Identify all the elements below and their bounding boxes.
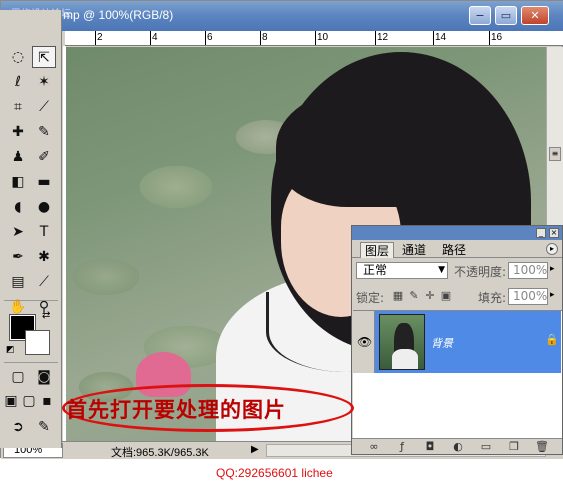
status-menu-arrow-icon[interactable]: ▶	[251, 444, 259, 455]
bangs-shape	[276, 87, 456, 207]
screen-mode-menu-icon[interactable]: ▢	[20, 390, 38, 412]
ruler-tick: 2	[97, 32, 103, 43]
notes-icon[interactable]: ▤	[6, 271, 30, 293]
standard-mode-icon[interactable]: ▢	[6, 366, 30, 388]
ruler-tick: 8	[262, 32, 268, 43]
slice-icon[interactable]: ⟋	[32, 96, 56, 118]
lasso-icon[interactable]: ℓ	[6, 71, 30, 93]
blend-mode-select[interactable]: 正常 ▼	[356, 262, 448, 279]
dodge-icon[interactable]: ●	[32, 196, 56, 218]
trash-icon[interactable]: 🗑	[534, 440, 550, 454]
layer-thumbnail	[379, 314, 425, 370]
document-info: 文档:965.3K/965.3K	[111, 447, 209, 459]
marquee-icon[interactable]: ◌	[6, 46, 30, 68]
blur-icon[interactable]: ◖	[6, 196, 30, 218]
layer-list: 👁 背景 🔒	[353, 310, 562, 438]
blend-mode-value: 正常	[363, 263, 388, 277]
default-colors-icon[interactable]: ◩	[6, 345, 15, 355]
tab-channels[interactable]: 通道	[398, 242, 430, 258]
opacity-arrow-icon[interactable]: ▸	[550, 262, 560, 279]
pen-icon[interactable]: ✒	[6, 246, 30, 268]
panel-titlebar[interactable]: _ ×	[352, 226, 562, 240]
layer-row[interactable]: 背景 🔒	[375, 311, 561, 373]
jump-to-imageready-icon[interactable]: ➲	[6, 416, 30, 438]
folder-icon[interactable]: ▭	[478, 440, 494, 454]
type-icon[interactable]: T	[32, 221, 56, 243]
lock-icon: 🔒	[545, 333, 559, 346]
link-icon[interactable]: ∞	[366, 440, 382, 454]
blend-row: 正常 ▼ 不透明度: 100% ▸	[356, 262, 560, 280]
lock-label: 锁定:	[356, 291, 385, 305]
gradient-icon[interactable]: ▬	[32, 171, 56, 193]
ruler-tick: 12	[377, 32, 389, 43]
restore-button[interactable]: ▭	[495, 6, 517, 25]
opacity-label: 不透明度:	[454, 265, 507, 279]
move-icon[interactable]: ⇱	[32, 46, 56, 68]
fill-arrow-icon[interactable]: ▸	[550, 288, 560, 305]
ruler-tick: 16	[491, 32, 503, 43]
toolbox: ◌ ⇱ ℓ ✶ ⌗ ⟋ ✚ ✎ ♟ ✐ ◧ ▬ ◖ ● ➤ T ✒ ✱ ▤ ⟋ ✋ ⚲ ⇄ ◩ ▢ ◙ ▣ ▢ ▪ ➲ ✎	[0, 10, 62, 448]
history-brush-icon[interactable]: ✐	[32, 146, 56, 168]
ruler-tick: 4	[152, 32, 158, 43]
lock-row: 锁定: ▦ ✎ ✛ ▣ 填充: 100% ▸	[356, 288, 560, 306]
panel-tabs: 图层 通道 路径 ▸	[352, 240, 562, 258]
eraser-icon[interactable]: ◧	[6, 171, 30, 193]
lock-position-icon[interactable]: ✛	[424, 289, 436, 303]
screen-mode-standard-icon[interactable]: ▣	[2, 390, 20, 412]
swap-colors-icon[interactable]: ⇄	[42, 310, 50, 321]
mask-icon[interactable]: ◘	[422, 440, 438, 454]
window-title: mp @ 100%(RGB/8)	[63, 8, 174, 22]
title-bar[interactable]: 思缘设计论坛 mp @ 100%(RGB/8) − ▭ ✕	[1, 1, 563, 31]
ruler-tick: 10	[317, 32, 329, 43]
tab-paths[interactable]: 路径	[438, 242, 470, 258]
layers-panel: _ × 图层 通道 路径 ▸ 正常 ▼ 不透明度: 100% ▸ 锁定: ▦ ✎…	[351, 225, 563, 455]
fill-label: 填充:	[478, 291, 507, 305]
horizontal-ruler[interactable]: 2 4 6 8 10 12 14 16	[65, 31, 563, 46]
scroll-thumb[interactable]: ≡	[549, 147, 561, 161]
opacity-field[interactable]: 100%	[508, 262, 548, 279]
crop-icon[interactable]: ⌗	[6, 96, 30, 118]
panel-footer: ∞ ƒ ◘ ◐ ▭ ❐ 🗑	[352, 438, 562, 454]
layer-name[interactable]: 背景	[431, 335, 453, 351]
stamp-icon[interactable]: ♟	[6, 146, 30, 168]
ruler-tick: 14	[435, 32, 447, 43]
shape-icon[interactable]: ✱	[32, 246, 56, 268]
close-button[interactable]: ✕	[521, 6, 549, 25]
path-select-icon[interactable]: ➤	[6, 221, 30, 243]
credit-text: QQ:292656601 lichee	[216, 466, 333, 480]
eyedropper-icon[interactable]: ⟋	[32, 271, 56, 293]
panel-menu-icon[interactable]: ▸	[546, 243, 558, 255]
magic-wand-icon[interactable]: ✶	[32, 71, 56, 93]
panel-minimize-icon[interactable]: _	[536, 228, 546, 238]
layer-style-icon[interactable]: ƒ	[394, 440, 410, 454]
lock-pixels-icon[interactable]: ✎	[408, 289, 420, 303]
new-layer-icon[interactable]: ❐	[506, 440, 522, 454]
quick-mask-icon[interactable]: ◙	[32, 366, 56, 388]
ruler-tick: 6	[207, 32, 213, 43]
screenshot-root: 思缘设计论坛 mp @ 100%(RGB/8) − ▭ ✕ 2 4 6 8 10…	[0, 0, 563, 494]
brush-icon[interactable]: ✎	[32, 121, 56, 143]
annotation-text: 首先打开要处理的图片	[66, 397, 286, 422]
lock-all-icon[interactable]: ▣	[440, 289, 452, 303]
background-color-swatch[interactable]	[25, 330, 50, 355]
healing-brush-icon[interactable]: ✚	[6, 121, 30, 143]
lock-transparency-icon[interactable]: ▦	[392, 289, 404, 303]
fill-field[interactable]: 100%	[508, 288, 548, 305]
minimize-button[interactable]: −	[469, 6, 491, 25]
screen-mode-full-icon[interactable]: ▪	[38, 390, 56, 412]
imageready-icon[interactable]: ✎	[32, 416, 56, 438]
panel-close-icon[interactable]: ×	[549, 228, 559, 238]
adjustment-layer-icon[interactable]: ◐	[450, 440, 466, 454]
visibility-column[interactable]: 👁	[353, 311, 375, 373]
tab-layers[interactable]: 图层	[360, 242, 395, 258]
chevron-down-icon: ▼	[438, 265, 445, 275]
eye-icon[interactable]: 👁	[357, 335, 372, 349]
